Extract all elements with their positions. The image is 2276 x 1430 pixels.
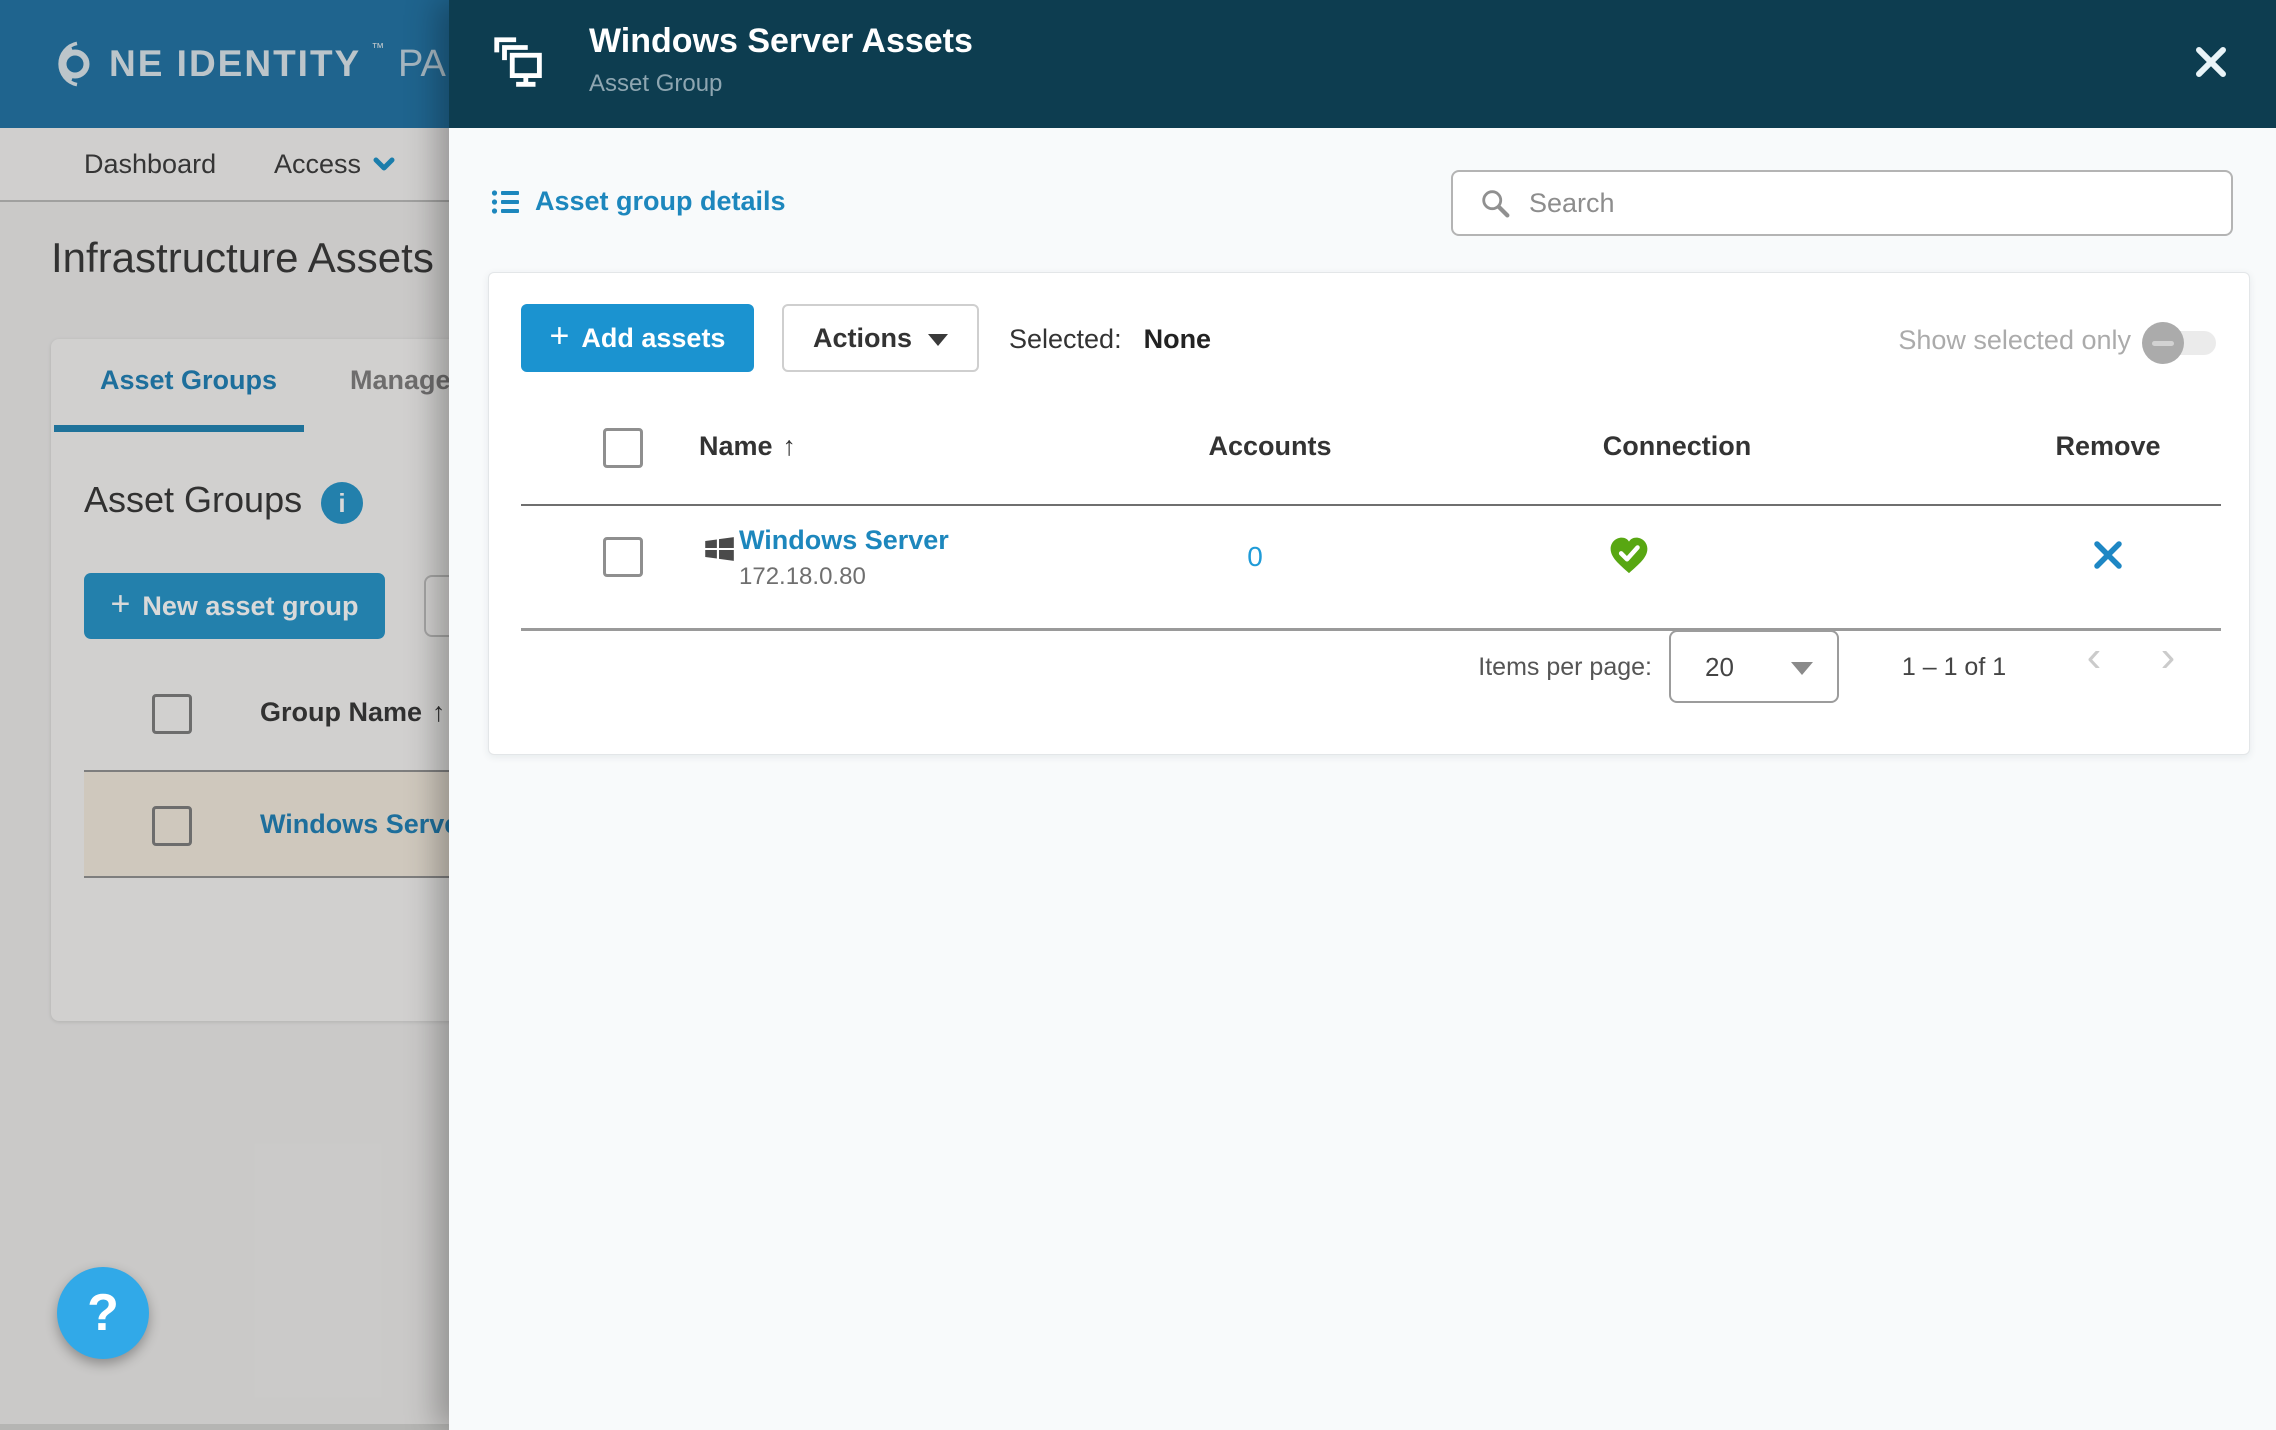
name-header-label: Name (699, 431, 773, 461)
caret-down-icon (928, 334, 948, 346)
sort-ascending-icon: ↑ (782, 431, 797, 461)
asset-ip-address: 172.18.0.80 (739, 563, 866, 590)
pagination-range: 1 – 1 of 1 (1901, 653, 2007, 681)
actions-label: Actions (812, 322, 912, 353)
selected-label: Selected: (1009, 323, 1122, 354)
list-icon (491, 189, 519, 214)
asset-name-link[interactable]: Windows Server (739, 525, 949, 556)
panel-title: Windows Server Assets (589, 22, 973, 60)
column-header-remove: Remove (2055, 431, 2161, 461)
help-button[interactable]: ? (57, 1267, 149, 1359)
panel-body: Asset group details + Add assets Actions (449, 128, 2276, 1430)
windows-logo-icon (705, 537, 734, 561)
show-selected-only-label: Show selected only (1898, 325, 2131, 355)
close-button[interactable] (2181, 32, 2241, 92)
connection-healthy-icon (1610, 537, 1648, 574)
asset-group-panel: Windows Server Assets Asset Group Asset … (449, 0, 2276, 1430)
show-selected-only-toggle[interactable] (2142, 322, 2216, 364)
page-size-value: 20 (1705, 652, 1734, 682)
modal-backdrop[interactable] (0, 0, 449, 1430)
selected-summary: Selected: None (1009, 321, 1211, 357)
panel-subtitle: Asset Group (589, 70, 723, 97)
asset-accounts-link[interactable]: 0 (1185, 541, 1325, 573)
asset-group-details-label: Asset group details (535, 186, 786, 216)
asset-group-stack-icon (494, 37, 542, 87)
add-assets-button[interactable]: + Add assets (521, 304, 754, 372)
column-header-accounts: Accounts (1208, 431, 1332, 461)
plus-icon: + (549, 317, 570, 355)
asset-group-details-link[interactable]: Asset group details (491, 186, 786, 217)
items-per-page-label: Items per page: (1478, 653, 1652, 681)
assets-table-card: + Add assets Actions Selected: None Show… (488, 272, 2250, 755)
next-page-button[interactable]: › (2138, 635, 2198, 679)
screen: NE IDENTITY ™ PA Dashboard Access Infras… (0, 0, 2276, 1430)
caret-down-icon (1791, 662, 1813, 675)
panel-header: Windows Server Assets Asset Group (449, 0, 2276, 128)
assets-search-box (1451, 170, 2233, 236)
bottom-edge-strip (0, 1424, 449, 1430)
toggle-knob (2142, 322, 2184, 364)
search-icon (1482, 190, 1510, 218)
remove-x-icon (2094, 541, 2122, 569)
toggle-dash (2152, 341, 2174, 346)
column-header-name[interactable]: Name ↑ (699, 431, 796, 462)
actions-button[interactable]: Actions (782, 304, 979, 372)
add-assets-label: Add assets (581, 322, 726, 353)
remove-asset-button[interactable] (2065, 539, 2151, 576)
previous-page-button[interactable]: ‹ (2064, 635, 2124, 679)
column-header-connection: Connection (1602, 431, 1752, 461)
page-size-select[interactable]: 20 (1669, 630, 1839, 703)
search-input[interactable] (1529, 176, 2219, 230)
selected-value: None (1143, 323, 1212, 354)
asset-row-checkbox[interactable] (603, 537, 643, 577)
assets-select-all-checkbox[interactable] (603, 428, 643, 468)
table-row-divider (521, 628, 2221, 631)
close-icon (2196, 47, 2226, 77)
table-header-divider (521, 504, 2221, 506)
